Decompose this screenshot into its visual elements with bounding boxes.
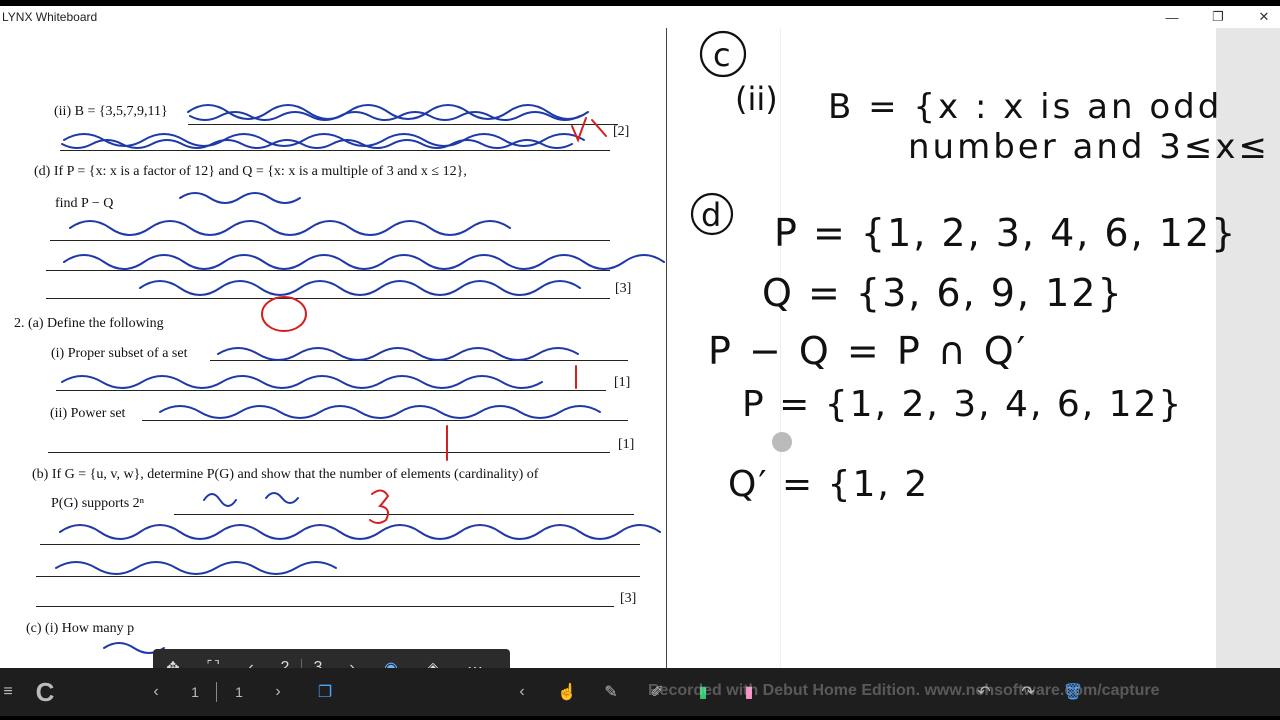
question-2a-ii: (ii) Power set (50, 406, 126, 421)
question-d-find: find P − Q (55, 196, 114, 211)
whiteboard-canvas[interactable]: (ii) B = {3,5,7,9,11} [2] (d) If P = {x:… (0, 28, 1280, 687)
question-2a-i: (i) Proper subset of a set (51, 346, 188, 361)
page-divider (666, 28, 667, 668)
marks-2b: [3] (620, 591, 637, 606)
question-c-ii: (ii) B = {3,5,7,9,11} (54, 104, 168, 119)
answer-line (40, 544, 640, 545)
answer-line (50, 240, 610, 241)
lynx-logo-icon: C (35, 676, 55, 707)
answer-line (174, 514, 634, 515)
marks-2a-i: [1] (614, 375, 631, 390)
solution-p-set: P = {1, 2, 3, 4, 6, 12} (774, 211, 1237, 255)
pen-cursor (772, 432, 792, 452)
page-sorter-icon[interactable]: ❐ (310, 668, 340, 716)
title-bar: LYNX Whiteboard — ❐ ✕ (0, 6, 1280, 28)
answer-line (188, 124, 618, 125)
prev-board-button[interactable]: ‹ (142, 668, 170, 716)
solution-b-line1: B = {x : x is an odd (828, 87, 1222, 127)
canvas-guide-line (780, 28, 781, 668)
board-current-number: 1 (191, 684, 199, 700)
worksheet-page: (ii) B = {3,5,7,9,11} [2] (d) If P = {x:… (0, 28, 666, 669)
close-button[interactable]: ✕ (1242, 6, 1280, 28)
question-2b: (b) If G = {u, v, w}, determine P(G) and… (32, 467, 539, 482)
solution-q-complement: Q′ = {1, 2 (728, 464, 929, 505)
answer-line (36, 576, 640, 577)
answer-line (46, 270, 610, 271)
whiteboard-window: LYNX Whiteboard — ❐ ✕ (ii) B = {3,5,7,9,… (0, 6, 1280, 716)
solution-c-ii: (ii) (735, 80, 778, 118)
separator (216, 682, 217, 702)
solution-p-set-2: P = {1, 2, 3, 4, 6, 12} (742, 384, 1183, 425)
marks-c-ii: [2] (613, 124, 630, 139)
solution-q-set: Q = {3, 6, 9, 12} (762, 271, 1124, 315)
board-total-number: 1 (235, 684, 243, 700)
solution-p-minus-q: P − Q = P ∩ Q′ (708, 329, 1028, 373)
question-2b-line2: P(G) supports 2ⁿ (51, 496, 145, 511)
answer-line (36, 606, 614, 607)
question-d: (d) If P = {x: x is a factor of 12} and … (34, 164, 467, 179)
solution-d-label: d (701, 196, 721, 234)
solution-c-label: c (713, 36, 731, 74)
answer-line (48, 452, 610, 453)
recording-watermark: Recorded with Debut Home Edition. www.nc… (648, 682, 1160, 699)
restore-button[interactable]: ❐ (1196, 6, 1240, 28)
minimize-button[interactable]: — (1150, 6, 1194, 28)
answer-line (210, 360, 628, 361)
answer-line (60, 150, 610, 151)
app-title: LYNX Whiteboard (2, 10, 98, 24)
menu-icon[interactable]: ≡ (0, 668, 16, 716)
answer-line (46, 298, 610, 299)
answer-line (142, 420, 628, 421)
question-2c: (c) (i) How many p (26, 621, 135, 636)
canvas-margin-strip (1216, 28, 1280, 668)
question-2a: 2. (a) Define the following (14, 316, 164, 331)
answer-line (56, 390, 606, 391)
collapse-tools-button[interactable]: ‹ (508, 668, 536, 716)
pen-tool-icon[interactable]: ✎ (596, 668, 626, 716)
next-board-button[interactable]: › (264, 668, 292, 716)
select-hand-icon[interactable]: ☝ (552, 668, 582, 716)
bottom-toolbar: ≡ C ‹ 1 1 › ❐ ‹ ☝ ✎ ✐ ▮ ▮ ↶ ↷ 🗑 Recorded… (0, 668, 1280, 716)
marks-d: [3] (615, 281, 632, 296)
marks-2a-ii: [1] (618, 437, 635, 452)
